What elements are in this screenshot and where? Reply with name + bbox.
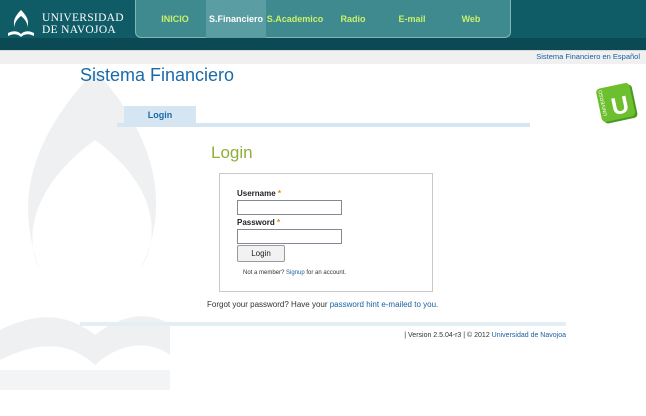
required-mark: * xyxy=(277,189,282,198)
password-hint-link[interactable]: password hint e-mailed to you. xyxy=(330,300,439,309)
login-heading: Login xyxy=(211,143,253,162)
footer-org-link[interactable]: Universidad de Navojoa xyxy=(492,332,566,339)
password-field[interactable] xyxy=(237,229,342,244)
main-nav: INICIO S.Financiero S.Academico Radio E-… xyxy=(135,0,511,38)
nav-sacademico[interactable]: S.Academico xyxy=(266,0,324,38)
forgot-password-text: Forgot your password? Have your password… xyxy=(207,300,439,309)
flame-logo-icon xyxy=(4,7,38,41)
logo-line1: UNIVERSIDAD xyxy=(42,11,124,24)
username-field[interactable] xyxy=(237,200,342,215)
nav-email[interactable]: E-mail xyxy=(386,0,438,38)
logo-line2: DE NAVOJOA xyxy=(42,24,117,36)
nav-radio[interactable]: Radio xyxy=(328,0,378,38)
password-label: Password * xyxy=(237,218,281,227)
universo-badge-icon[interactable]: UNIVERSO U xyxy=(596,82,640,126)
footer: | Version 2.5.04-r3 | © 2012 Universidad… xyxy=(404,332,566,339)
signup-link[interactable]: Signup xyxy=(286,270,305,276)
logo-text: UNIVERSIDAD DE NAVOJOA xyxy=(42,12,124,36)
login-button[interactable]: Login xyxy=(237,245,285,262)
tab-login[interactable]: Login xyxy=(124,106,196,125)
language-link[interactable]: Sistema Financiero en Español xyxy=(536,52,640,61)
page-title: Sistema Financiero xyxy=(80,65,235,85)
username-label: Username * xyxy=(237,189,282,198)
university-logo[interactable]: UNIVERSIDAD DE NAVOJOA xyxy=(4,4,134,44)
nav-web[interactable]: Web xyxy=(446,0,496,38)
required-mark: * xyxy=(277,218,281,227)
login-form: Username * Password * Login Not a member… xyxy=(219,173,433,292)
nav-inicio[interactable]: INICIO xyxy=(150,0,200,38)
signup-text: Not a member? Signup for an account. xyxy=(243,270,347,276)
nav-sfinanciero[interactable]: S.Financiero xyxy=(206,0,266,38)
footer-divider xyxy=(80,322,566,326)
